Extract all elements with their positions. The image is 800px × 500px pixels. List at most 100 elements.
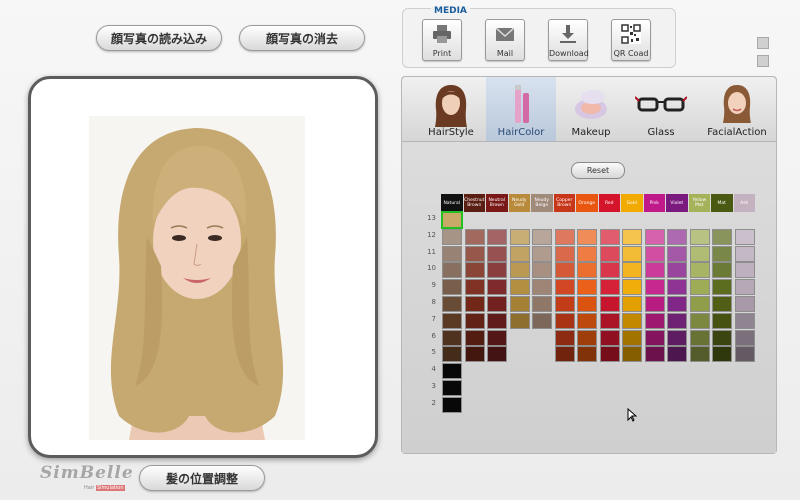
color-swatch[interactable] [577,262,597,279]
color-swatch[interactable] [622,228,642,245]
load-photo-button[interactable]: 顔写真の読み込み [96,25,222,51]
color-swatch[interactable] [577,228,597,245]
color-swatch[interactable] [442,380,462,396]
color-swatch[interactable] [464,245,485,262]
tab-makeup[interactable]: Makeup [556,77,626,141]
download-button[interactable]: Download [548,19,589,61]
color-swatch[interactable] [464,228,485,245]
color-swatch[interactable] [577,312,597,329]
color-swatch[interactable] [734,346,755,363]
color-swatch[interactable] [712,312,732,329]
color-swatch[interactable] [532,312,552,329]
color-swatch[interactable] [464,279,485,296]
color-swatch[interactable] [442,296,462,312]
color-swatch[interactable] [509,262,530,279]
color-swatch[interactable] [689,262,710,279]
color-swatch[interactable] [577,346,597,363]
color-swatch[interactable] [667,228,687,245]
color-swatch[interactable] [487,329,507,346]
color-swatch[interactable] [509,312,530,329]
color-swatch[interactable] [599,346,620,363]
window-icon[interactable] [757,37,769,49]
color-swatch[interactable] [577,329,597,346]
color-swatch[interactable] [622,346,642,363]
color-swatch[interactable] [622,279,642,296]
color-swatch[interactable] [554,312,575,329]
color-swatch[interactable] [487,245,507,262]
adjust-hair-position-button[interactable]: 髪の位置調整 [139,465,265,491]
color-swatch[interactable] [622,296,642,312]
color-swatch[interactable] [442,212,462,228]
color-swatch[interactable] [644,279,665,296]
color-swatch[interactable] [554,329,575,346]
color-swatch[interactable] [532,262,552,279]
print-button[interactable]: Print [422,19,462,61]
tab-facialaction[interactable]: FacialAction [698,77,776,141]
mail-button[interactable]: Mail [485,19,525,61]
color-swatch[interactable] [509,296,530,312]
color-swatch[interactable] [622,262,642,279]
color-swatch[interactable] [599,245,620,262]
color-swatch[interactable] [734,329,755,346]
color-swatch[interactable] [644,346,665,363]
color-swatch[interactable] [442,228,462,245]
color-swatch[interactable] [554,228,575,245]
color-swatch[interactable] [487,228,507,245]
color-swatch[interactable] [689,228,710,245]
settings-icon[interactable] [757,55,769,67]
color-swatch[interactable] [667,312,687,329]
color-swatch[interactable] [644,329,665,346]
color-swatch[interactable] [667,346,687,363]
color-swatch[interactable] [712,245,732,262]
color-swatch[interactable] [464,262,485,279]
clear-photo-button[interactable]: 顔写真の消去 [239,25,365,51]
color-swatch[interactable] [644,228,665,245]
color-swatch[interactable] [599,329,620,346]
color-swatch[interactable] [464,312,485,329]
color-swatch[interactable] [622,312,642,329]
color-swatch[interactable] [599,228,620,245]
color-swatch[interactable] [689,279,710,296]
color-swatch[interactable] [599,262,620,279]
color-swatch[interactable] [667,279,687,296]
color-swatch[interactable] [712,346,732,363]
color-swatch[interactable] [599,312,620,329]
color-swatch[interactable] [509,279,530,296]
color-swatch[interactable] [554,279,575,296]
color-swatch[interactable] [532,228,552,245]
color-swatch[interactable] [622,245,642,262]
color-swatch[interactable] [442,329,462,346]
color-swatch[interactable] [622,329,642,346]
qr-code-button[interactable]: QR Coad [611,19,651,61]
tab-glass[interactable]: Glass [626,77,696,141]
color-swatch[interactable] [442,396,462,413]
color-swatch[interactable] [734,296,755,312]
color-swatch[interactable] [487,262,507,279]
color-swatch[interactable] [554,346,575,363]
color-swatch[interactable] [554,245,575,262]
color-swatch[interactable] [442,245,462,262]
color-swatch[interactable] [712,279,732,296]
color-swatch[interactable] [689,312,710,329]
color-swatch[interactable] [712,296,732,312]
color-swatch[interactable] [464,296,485,312]
color-swatch[interactable] [644,312,665,329]
color-swatch[interactable] [487,279,507,296]
color-swatch[interactable] [734,262,755,279]
color-swatch[interactable] [487,346,507,363]
color-swatch[interactable] [509,228,530,245]
color-swatch[interactable] [532,296,552,312]
color-swatch[interactable] [577,245,597,262]
color-swatch[interactable] [532,279,552,296]
color-swatch[interactable] [712,262,732,279]
color-swatch[interactable] [667,329,687,346]
color-swatch[interactable] [667,245,687,262]
color-swatch[interactable] [734,228,755,245]
color-swatch[interactable] [712,329,732,346]
color-swatch[interactable] [667,262,687,279]
color-swatch[interactable] [667,296,687,312]
color-swatch[interactable] [464,329,485,346]
color-swatch[interactable] [734,312,755,329]
color-swatch[interactable] [577,279,597,296]
color-swatch[interactable] [487,296,507,312]
